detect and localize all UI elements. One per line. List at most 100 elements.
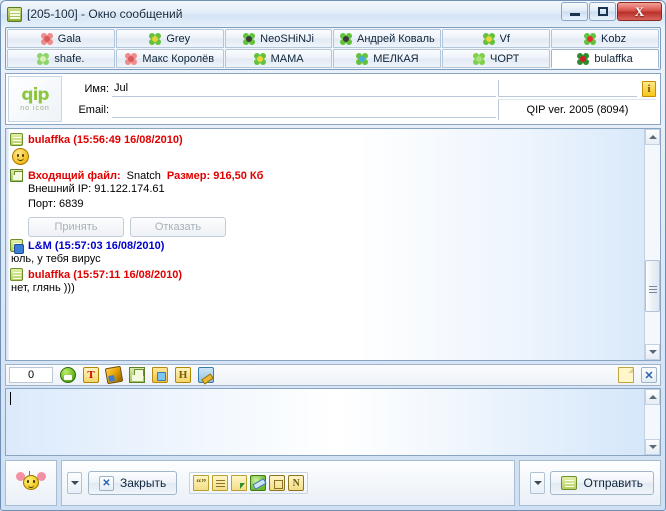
contact-tab-label: Grey — [166, 32, 191, 45]
window-restore-icon[interactable] — [269, 475, 286, 491]
maximize-button[interactable] — [589, 2, 616, 21]
qip-logo-text: qip — [21, 84, 49, 105]
scroll-up-arrow[interactable] — [645, 129, 660, 145]
scroll-track[interactable] — [645, 145, 660, 344]
contact-tab--[interactable]: Макс Королёв — [115, 49, 224, 68]
contact-tab-label: Макс Королёв — [142, 52, 215, 65]
contact-card-icon — [10, 133, 23, 146]
new-page-icon[interactable] — [618, 367, 634, 383]
message-text: юль, у тебя вирус — [11, 253, 101, 265]
history-icon[interactable]: H — [175, 367, 191, 383]
edit-toolbar-right-icons: ✕ — [618, 367, 657, 383]
send-dropdown-button[interactable] — [530, 472, 546, 494]
message-window: [205-100] - Окно сообщений X Gala Grey Neo… — [0, 0, 666, 511]
contact-tab-label: Андрей Коваль — [357, 32, 435, 45]
contact-tabs: Gala Grey NeoSHiNJi Андрей Коваль Vf Kobz sha… — [5, 27, 661, 70]
contact-tab-label: NeoSHiNJi — [260, 32, 314, 45]
contact-tab-label: Vf — [499, 32, 510, 45]
file-transfer-size: Размер: 916,50 Кб — [166, 169, 264, 182]
status-box[interactable] — [498, 80, 637, 97]
message-input-scrollbar[interactable] — [644, 389, 660, 455]
scroll-down-arrow[interactable] — [645, 344, 660, 360]
info-right-column: QIP ver. 2005 (8094) — [496, 74, 660, 124]
message-input[interactable] — [6, 389, 644, 455]
tools-wrench-icon[interactable] — [250, 475, 267, 491]
email-row: Email: — [64, 99, 496, 120]
contact-card-icon — [10, 268, 23, 281]
message-log-scrollbar[interactable] — [644, 129, 660, 360]
save-icon[interactable] — [129, 367, 145, 383]
clover-green-icon — [149, 32, 162, 45]
minimize-button[interactable] — [561, 2, 588, 21]
qip-logo: qip no icon — [8, 76, 62, 122]
message-header: bulaffka (15:56:49 16/08/2010) — [10, 133, 638, 146]
input-scroll-up-arrow[interactable] — [645, 389, 660, 405]
close-x-icon: ✕ — [99, 475, 114, 491]
contact-tab--[interactable]: Андрей Коваль — [333, 29, 442, 48]
message-item: bulaffka (15:56:49 16/08/2010) — [10, 133, 638, 165]
contact-tab--[interactable]: МАМА — [224, 49, 333, 68]
close-chat-label: Закрыть — [120, 476, 167, 490]
contact-tab-gala[interactable]: Gala — [7, 29, 115, 48]
decline-file-button[interactable]: Отказать — [130, 217, 226, 237]
text-caret — [10, 392, 11, 405]
name-label: Имя: — [84, 82, 109, 95]
info-icon[interactable] — [642, 80, 656, 97]
message-item: Входящий файл: Snatch Размер: 916,50 Кб Вне… — [10, 169, 638, 237]
smiley-emoticon — [12, 148, 29, 165]
floppy-disk-icon — [10, 169, 23, 182]
send-card-icon — [561, 476, 578, 490]
send-button-label: Отправить — [583, 476, 643, 490]
qip-logo-subtext: no icon — [20, 104, 50, 112]
message-log[interactable]: bulaffka (15:56:49 16/08/2010) Входящий ф… — [6, 129, 644, 360]
message-log-panel: bulaffka (15:56:49 16/08/2010) Входящий ф… — [5, 128, 661, 361]
contact-tab--[interactable]: МЕЛКАЯ — [333, 49, 442, 68]
file-transfer-header: Входящий файл: Snatch Размер: 916,50 Кб — [10, 169, 638, 182]
accept-file-button[interactable]: Принять — [28, 217, 124, 237]
input-scroll-down-arrow[interactable] — [645, 439, 660, 455]
bottom-right-toolbar: Отправить — [519, 460, 661, 506]
text-format-icon[interactable]: T — [83, 367, 99, 383]
scroll-thumb[interactable] — [645, 260, 660, 313]
bottom-left-toolbar: ✕ Закрыть “” N — [61, 460, 515, 506]
contact-tab-shafe-[interactable]: shafe. — [7, 49, 115, 68]
tab-row-1: Gala Grey NeoSHiNJi Андрей Коваль Vf Kobz — [7, 29, 659, 48]
contact-tab-neoshinji[interactable]: NeoSHiNJi — [224, 29, 333, 48]
clover-yellow-icon — [482, 32, 495, 45]
contact-card-icon — [7, 6, 22, 22]
contact-card-check-icon — [10, 239, 24, 254]
input-scroll-track[interactable] — [645, 405, 660, 439]
email-input[interactable] — [112, 101, 496, 118]
clover-sunglasses-icon — [243, 32, 256, 45]
name-input[interactable] — [112, 80, 496, 97]
paint-brush-icon[interactable] — [104, 365, 124, 385]
text-lines-icon[interactable] — [212, 475, 229, 491]
leaf-green-icon — [37, 52, 50, 65]
avatar[interactable] — [5, 460, 57, 506]
clover-sunglasses-icon — [340, 32, 352, 45]
contact-tab-label: МЕЛКАЯ — [373, 52, 419, 65]
smiley-icon[interactable] — [60, 367, 76, 383]
window-title: [205-100] - Окно сообщений — [27, 7, 183, 21]
quote-icon[interactable]: “” — [193, 475, 210, 491]
contact-tab-label: Kobz — [601, 32, 627, 45]
contact-tab-kobz[interactable]: Kobz — [551, 29, 659, 48]
clear-close-icon[interactable]: ✕ — [641, 367, 657, 383]
notes-n-icon[interactable]: N — [288, 475, 305, 491]
contact-tab-bulaffka[interactable]: bulaffka — [551, 49, 659, 68]
close-chat-button[interactable]: ✕ Закрыть — [88, 471, 178, 495]
contact-tab-label: МАМА — [270, 52, 304, 65]
send-button[interactable]: Отправить — [550, 471, 654, 495]
close-dropdown-button[interactable] — [67, 472, 82, 494]
close-button[interactable]: X — [617, 2, 662, 21]
contact-tab-grey[interactable]: Grey — [115, 29, 224, 48]
edit-toolbar: 0 TH ✕ — [5, 364, 661, 386]
message-text: нет, глянь ))) — [11, 282, 75, 294]
status-row — [498, 78, 656, 99]
preferences-icon[interactable] — [198, 367, 214, 383]
folder-icon[interactable] — [152, 367, 168, 383]
contact-tab--[interactable]: ЧОРТ — [442, 49, 551, 68]
contact-select-icon[interactable] — [231, 475, 248, 491]
contact-tab-vf[interactable]: Vf — [442, 29, 551, 48]
bee-avatar-icon — [16, 470, 46, 496]
